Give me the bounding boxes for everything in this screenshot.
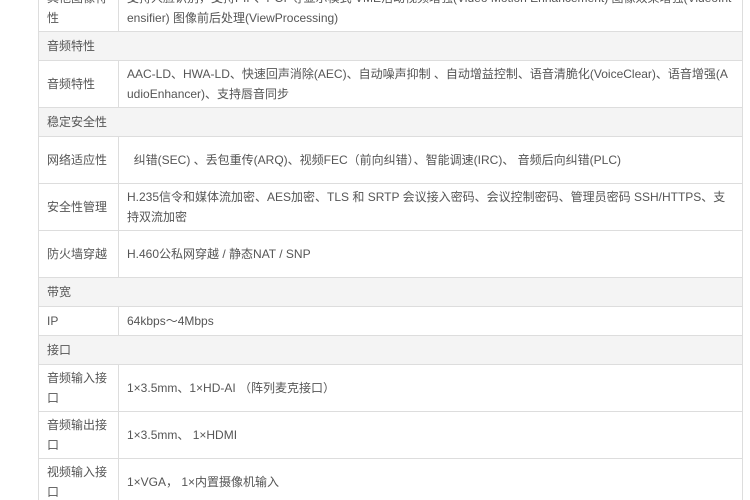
row-label: 网络适应性: [38, 136, 119, 184]
section-row: 稳定安全性: [38, 107, 743, 137]
row-value: 支持人脸识别，支持PIP、POP等显示模式 VME活动视频增强(Video Mo…: [118, 0, 743, 32]
row-value: 纠错(SEC) 、丢包重传(ARQ)、视频FEC（前向纠错）、智能调速(IRC)…: [118, 136, 743, 184]
spec-sheet: 其他图像特性 支持人脸识别，支持PIP、POP等显示模式 VME活动视频增强(V…: [0, 0, 750, 500]
table-row: 防火墙穿越 H.460公私网穿越 / 静态NAT / SNP: [38, 230, 743, 278]
row-label: 音频特性: [38, 60, 119, 108]
section-title: 音频特性: [38, 31, 743, 61]
section-title: 接口: [38, 335, 743, 365]
table-row: 视频输入接口 1×VGA， 1×内置摄像机输入: [38, 458, 743, 500]
row-value: 1×3.5mm、1×HD-AI （阵列麦克接口）: [118, 364, 743, 412]
table-row: 音频输入接口 1×3.5mm、1×HD-AI （阵列麦克接口）: [38, 364, 743, 412]
row-value: 1×3.5mm、 1×HDMI: [118, 411, 743, 459]
table-row: 其他图像特性 支持人脸识别，支持PIP、POP等显示模式 VME活动视频增强(V…: [38, 0, 743, 32]
table-row: 安全性管理 H.235信令和媒体流加密、AES加密、TLS 和 SRTP 会议接…: [38, 183, 743, 231]
table-row: 音频输出接口 1×3.5mm、 1×HDMI: [38, 411, 743, 459]
row-label: 视频输入接口: [38, 458, 119, 500]
section-row: 音频特性: [38, 31, 743, 61]
row-label: IP: [38, 306, 119, 336]
row-label: 安全性管理: [38, 183, 119, 231]
table-row: 网络适应性 纠错(SEC) 、丢包重传(ARQ)、视频FEC（前向纠错）、智能调…: [38, 136, 743, 184]
section-row: 接口: [38, 335, 743, 365]
spec-table: 其他图像特性 支持人脸识别，支持PIP、POP等显示模式 VME活动视频增强(V…: [38, 0, 743, 500]
section-row: 带宽: [38, 277, 743, 307]
row-value: 64kbps～4Mbps: [118, 306, 743, 336]
section-title: 稳定安全性: [38, 107, 743, 137]
row-label: 音频输出接口: [38, 411, 119, 459]
row-label: 其他图像特性: [38, 0, 119, 32]
table-row: 音频特性 AAC-LD、HWA-LD、快速回声消除(AEC)、自动噪声抑制 、自…: [38, 60, 743, 108]
section-title: 带宽: [38, 277, 743, 307]
row-label: 防火墙穿越: [38, 230, 119, 278]
row-label: 音频输入接口: [38, 364, 119, 412]
row-value: 1×VGA， 1×内置摄像机输入: [118, 458, 743, 500]
table-row: IP 64kbps～4Mbps: [38, 306, 743, 336]
row-value: H.235信令和媒体流加密、AES加密、TLS 和 SRTP 会议接入密码、会议…: [118, 183, 743, 231]
row-value: AAC-LD、HWA-LD、快速回声消除(AEC)、自动噪声抑制 、自动增益控制…: [118, 60, 743, 108]
row-value: H.460公私网穿越 / 静态NAT / SNP: [118, 230, 743, 278]
